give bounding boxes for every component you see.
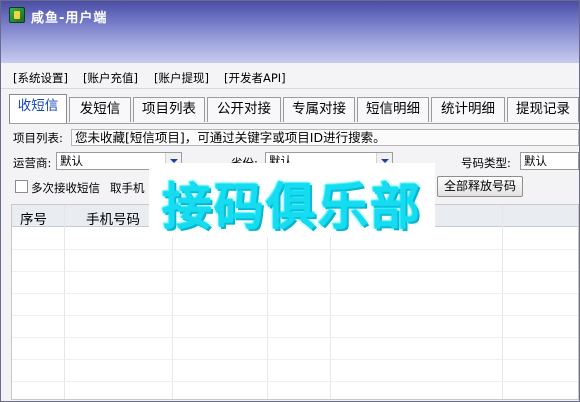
tab-receive-sms[interactable]: 收短信	[9, 94, 67, 123]
watermark-text: 接码俱乐部	[162, 177, 422, 236]
tab-public-docking[interactable]: 公开对接	[207, 97, 281, 122]
carrier-label: 运营商:	[13, 156, 52, 170]
row-divider	[12, 271, 578, 272]
column-header-phone: 手机号码	[86, 212, 140, 228]
project-list-label: 项目列表:	[13, 131, 63, 145]
number-type-value: 默认	[524, 154, 547, 168]
menu-system-settings[interactable]: [系统设置]	[13, 70, 68, 86]
window-title: 咸鱼-用户端	[31, 11, 108, 26]
app-window: 咸鱼-用户端 [系统设置] [账户充值] [账户提现] [开发者API] 收短信…	[0, 0, 580, 402]
menu-account-recharge[interactable]: [账户充值]	[83, 70, 138, 86]
project-list-field[interactable]: 您未收藏[短信项目]，可通过关键字或项目ID进行搜索。	[71, 129, 579, 146]
row-divider	[12, 381, 578, 382]
title-bar: 咸鱼-用户端	[1, 1, 579, 63]
column-divider	[64, 205, 65, 399]
menu-account-withdraw[interactable]: [账户提现]	[154, 70, 209, 86]
row-divider	[12, 293, 578, 294]
number-type-select[interactable]: 默认	[520, 152, 579, 170]
multi-receive-checkbox[interactable]	[15, 180, 28, 193]
menu-bar: [系统设置] [账户充值] [账户提现] [开发者API]	[1, 63, 579, 89]
tab-exclusive-docking[interactable]: 专属对接	[283, 97, 355, 122]
row-divider	[12, 249, 578, 250]
menu-developer-api[interactable]: [开发者API]	[224, 70, 286, 86]
tab-send-sms[interactable]: 发短信	[69, 97, 131, 122]
tab-statistics-details[interactable]: 统计明细	[431, 97, 505, 122]
column-divider	[502, 205, 503, 399]
row-divider	[12, 337, 578, 338]
app-icon	[9, 7, 25, 23]
number-type-label: 号码类型:	[461, 156, 511, 170]
row-divider	[12, 359, 578, 360]
release-all-numbers-button[interactable]: 全部释放号码	[437, 176, 523, 197]
tab-withdraw-records[interactable]: 提现记录	[507, 97, 579, 122]
carrier-value: 默认	[60, 154, 83, 168]
tab-project-list[interactable]: 项目列表	[133, 97, 205, 122]
get-phone-button[interactable]: 取手机	[110, 180, 145, 196]
watermark-overlay: 接码俱乐部	[149, 163, 435, 237]
tab-sms-details[interactable]: 短信明细	[357, 97, 429, 122]
multi-receive-label: 多次接收短信	[31, 181, 100, 195]
row-divider	[12, 315, 578, 316]
tab-bar: 收短信 发短信 项目列表 公开对接 专属对接 短信明细 统计明细 提现记录	[9, 94, 579, 123]
column-header-index: 序号	[20, 212, 47, 228]
